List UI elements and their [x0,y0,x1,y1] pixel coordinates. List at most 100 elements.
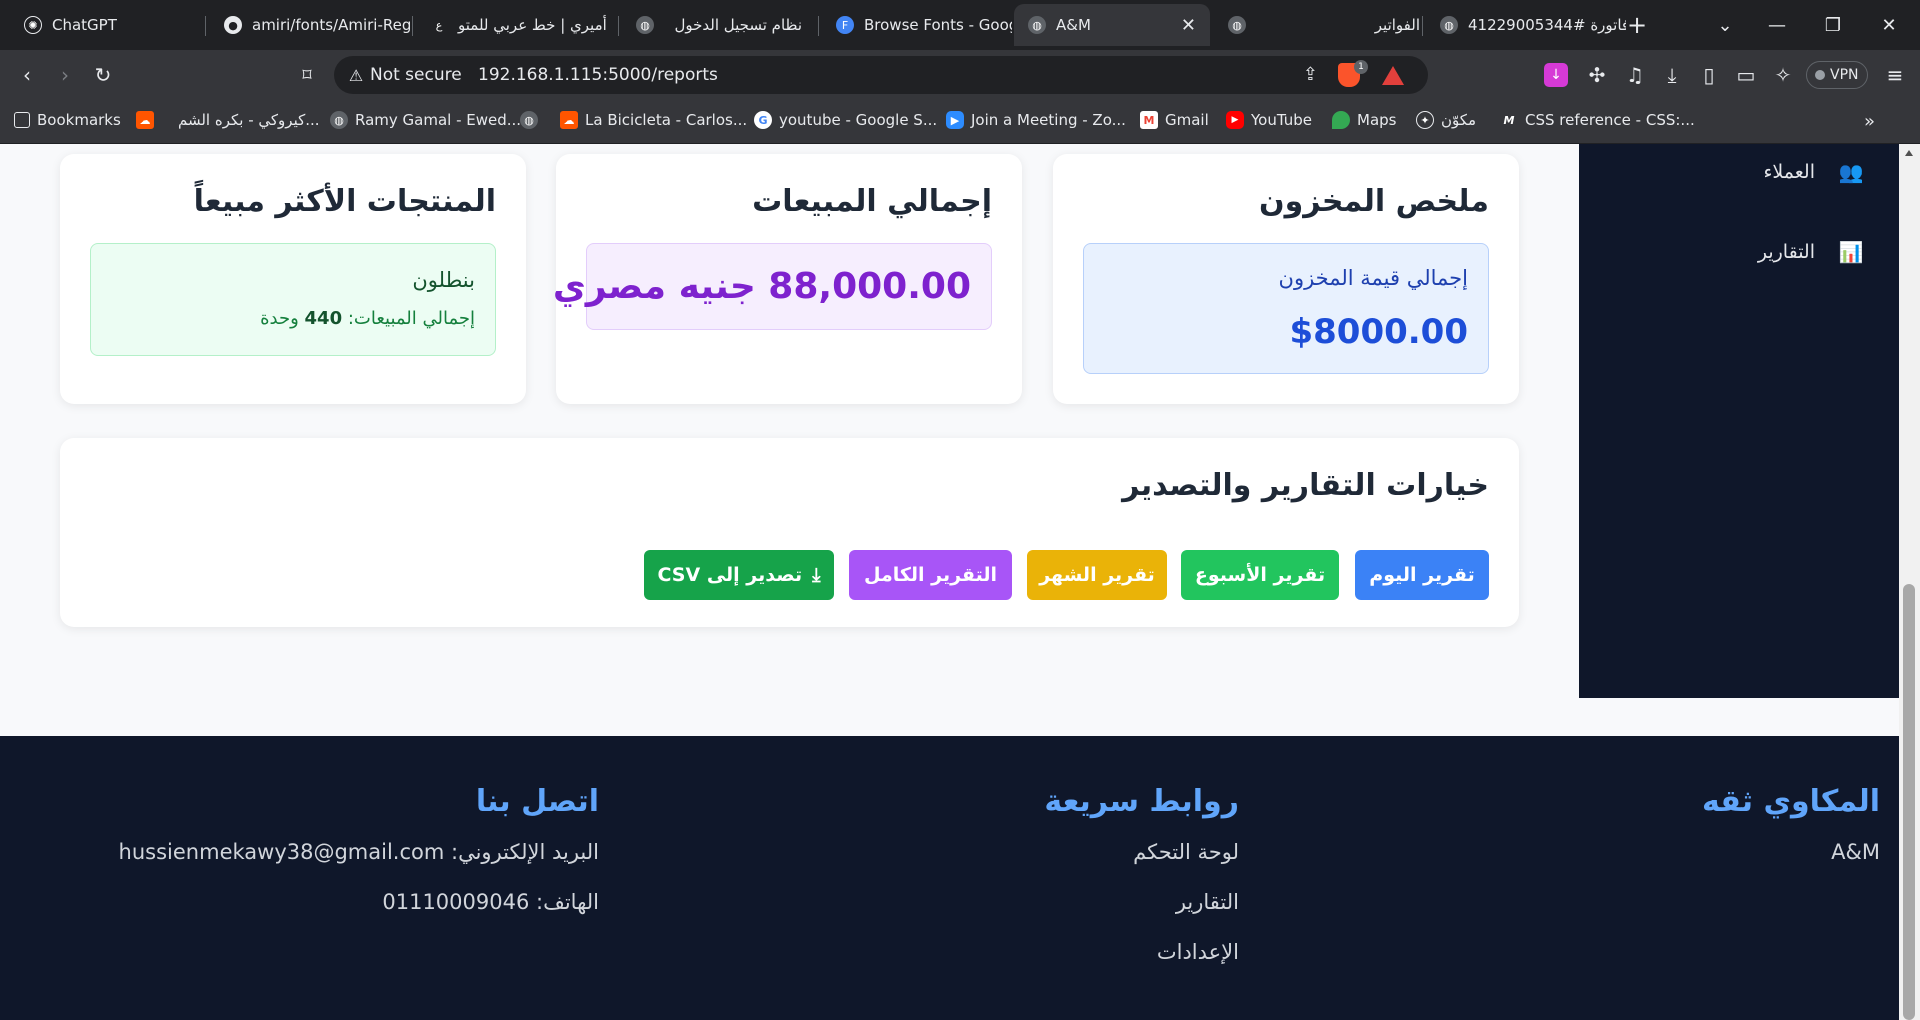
bookmark-label: Ramy Gamal - Ewed... [355,111,522,129]
bookmark-zoom[interactable]: ▶ Join a Meeting - Zo... [946,111,1126,129]
bookmarks-folder[interactable]: Bookmarks [14,111,121,129]
bookmark-bicicleta[interactable]: ☁ La Bicicleta - Carlos... [560,111,747,129]
tab-title: ChatGPT [52,16,117,34]
bookmark-ramy[interactable]: ◍ Ramy Gamal - Ewed... [330,111,521,129]
globe-icon: ◍ [1440,16,1458,34]
globe-icon: ◍ [1028,16,1046,34]
url-text[interactable]: 192.168.1.115:5000/reports [478,65,718,85]
today-report-button[interactable]: تقرير اليوم [1355,550,1489,600]
bookmark-label: مكوّن [1441,111,1477,129]
tab-amiri[interactable]: ع أميري | خط عربي للمتو [416,4,616,46]
sidebar-item-reports[interactable]: 📊 التقارير [1757,240,1864,264]
footer-links-title: روابط سريعة [1044,784,1239,819]
browser-toolbar: ‹ › ↻ ⌑ ⚠ Not secure 192.168.1.115:5000/… [0,50,1920,100]
bookmark-soundcloud[interactable]: ☁ [136,111,154,129]
bookmarks-folder-icon [14,112,30,128]
globe-icon: ◍ [636,16,654,34]
app-sidebar: 👥 العملاء 📊 التقارير [1579,144,1899,698]
month-report-button[interactable]: تقرير الشهر [1027,550,1167,600]
gmail-icon: M [1140,111,1158,129]
tab-search-chevron-icon[interactable]: ⌄ [1702,0,1748,50]
tab-chatgpt[interactable]: ✺ ChatGPT [10,4,200,46]
report-icon: 📊 [1838,240,1864,264]
window-close-icon[interactable]: ✕ [1866,0,1912,50]
inventory-value-box: إجمالي قيمة المخزون $8000.00 [1083,243,1489,374]
sidebar-item-customers[interactable]: 👥 العملاء [1764,160,1864,184]
wallet-icon[interactable]: ▭ [1731,60,1761,90]
menu-icon[interactable]: ≡ [1880,60,1910,90]
forward-icon[interactable]: › [50,60,80,90]
export-csv-button[interactable]: ⤓ تصدير إلى CSV [644,550,834,600]
tab-title: الفواتير [1374,16,1420,34]
restore-icon[interactable]: ❐ [1810,0,1856,50]
more-bookmarks-icon[interactable]: » [1864,111,1875,132]
week-report-button[interactable]: تقرير الأسبوع [1181,550,1339,600]
tab-invoices[interactable]: ◍ الفواتير [1214,4,1434,46]
footer-brand-title: المكاوي ثقه [1701,784,1880,819]
bookmark-gmail[interactable]: M Gmail [1140,111,1209,129]
globe-icon: ◍ [520,111,538,129]
footer-link-dashboard[interactable]: لوحة التحكم [1133,840,1239,864]
inventory-value: $8000.00 [1289,312,1468,352]
card-title: خيارات التقارير والتصدير [1122,468,1489,503]
vpn-button[interactable]: VPN [1806,61,1868,89]
scroll-up-arrow-icon[interactable] [1905,150,1913,156]
card-title: إجمالي المبيعات [752,184,992,219]
tab-am[interactable]: ◍ A&M ✕ [1014,4,1210,46]
footer-link-settings[interactable]: الإعدادات [1157,940,1239,964]
top-product-name: بنطلون [412,268,475,292]
tab-invoice[interactable]: ◍ فاتورة #41229005344 [1426,4,1626,46]
brave-rewards-icon[interactable] [1382,66,1404,85]
card-title: المنتجات الأكثر مبيعاً [193,184,496,219]
tab-login[interactable]: ◍ نظام تسجيل الدخول [622,4,816,46]
bookmark-globe[interactable]: ◍ [520,111,538,129]
share-icon[interactable]: ⇪ [1303,64,1318,85]
bookmark-label: Gmail [1165,111,1209,129]
vpn-status-icon [1815,70,1825,80]
bookmark-label: Bookmarks [37,111,121,129]
tab-google-fonts[interactable]: F Browse Fonts - Goog [822,4,1012,46]
bookmark-css-reference[interactable]: M CSS reference - CSS:... [1500,111,1695,129]
sales-count: 440 [304,308,343,329]
bookmark-icon[interactable]: ⌑ [292,60,322,90]
footer-contact-title: اتصل بنا [475,784,599,819]
top-product-box: بنطلون إجمالي المبيعات: 440 وحدة [90,243,496,356]
full-report-button[interactable]: التقرير الكامل [849,550,1012,600]
tab-separator [412,16,413,36]
chatgpt-icon: ✺ [24,16,42,34]
download-extension-icon[interactable]: ↓ [1544,63,1568,87]
bookmark-maps[interactable]: Maps [1332,111,1396,129]
scrollbar-thumb[interactable] [1903,584,1915,1020]
google-icon: G [754,111,772,129]
new-tab-icon[interactable]: + [1614,0,1660,50]
downloads-icon[interactable]: ⤓ [1657,60,1687,90]
sidebar-item-label: التقارير [1757,241,1815,263]
tab-separator [818,16,819,36]
leo-ai-icon[interactable]: ✧ [1768,60,1798,90]
reports-export-card: خيارات التقارير والتصدير تقرير اليوم تقر… [60,438,1519,627]
download-icon: ⤓ [812,564,821,586]
bookmark-kiroki[interactable]: كيروكي - بكره الشم... [178,111,320,129]
bookmark-label: Join a Meeting - Zo... [971,111,1126,129]
page-scrollbar[interactable] [1899,144,1920,1020]
address-bar[interactable]: ⚠ Not secure 192.168.1.115:5000/reports … [334,56,1428,94]
footer-link-reports[interactable]: التقارير [1176,890,1239,914]
music-icon[interactable]: ♫ [1620,60,1650,90]
shield-count-badge: 1 [1354,60,1368,74]
sales-prefix: إجمالي المبيعات: [347,308,475,329]
close-icon[interactable]: ✕ [1181,15,1196,36]
bookmark-mercedes[interactable]: ✦ مكوّن [1416,111,1476,129]
minimize-icon[interactable]: — [1754,0,1800,50]
card-title: ملخص المخزون [1258,184,1489,219]
tab-github[interactable]: ● amiri/fonts/Amiri-Reg [210,4,410,46]
extensions-icon[interactable]: ✣ [1582,60,1612,90]
soundcloud-icon: ☁ [136,111,154,129]
sales-unit: وحدة [260,308,299,329]
tab-title: فاتورة #41229005344 [1468,16,1626,34]
sidebar-toggle-icon[interactable]: ▯ [1694,60,1724,90]
sales-value-box: 88,000.00 جنيه مصري [553,243,992,330]
reload-icon[interactable]: ↻ [88,60,118,90]
bookmark-youtube[interactable]: ▶ YouTube [1226,111,1312,129]
back-icon[interactable]: ‹ [12,60,42,90]
bookmark-youtube-search[interactable]: G youtube - Google S... [754,111,937,129]
